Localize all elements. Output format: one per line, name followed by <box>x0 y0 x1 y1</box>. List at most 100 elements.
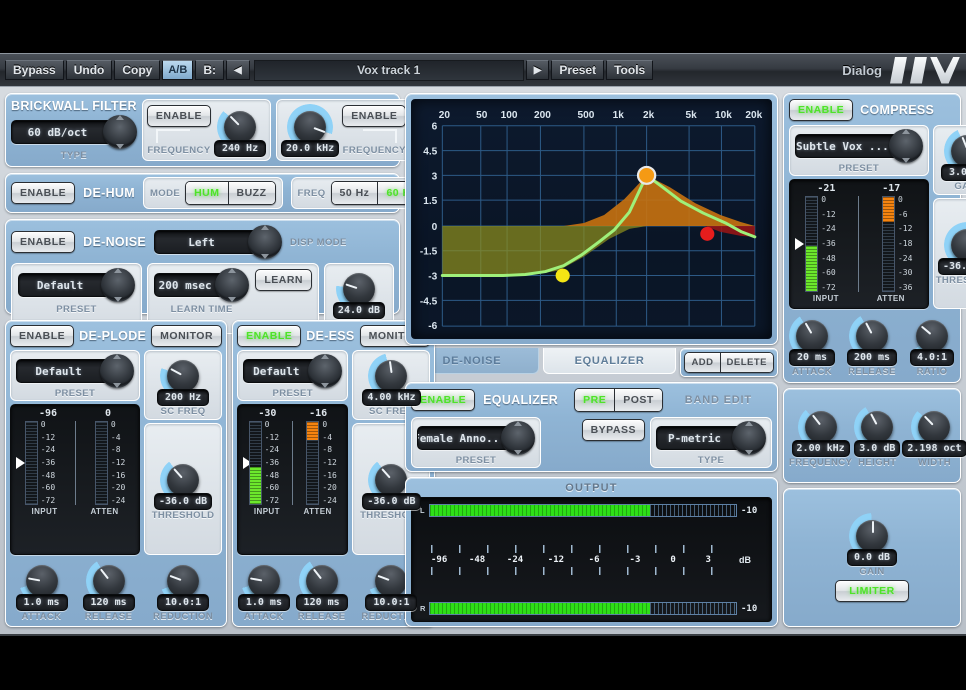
deess-atten-scale: 0 -4 -8 -12 -16 -20 -24 <box>322 420 337 505</box>
preset-name-display[interactable]: Vox track 1 <box>253 59 524 81</box>
dehum-enable-button[interactable]: ENABLE <box>11 182 76 204</box>
band-height-label: HEIGHT <box>858 456 897 468</box>
deplode-monitor-button[interactable]: MONITOR <box>151 325 223 347</box>
eq-node-selected[interactable] <box>636 165 657 185</box>
dehum-freq-50-button[interactable]: 50 Hz <box>331 182 378 204</box>
equalizer-pre-button[interactable]: PRE <box>575 389 615 411</box>
lowpass-enable-button[interactable]: ENABLE <box>342 104 407 127</box>
plugin-window: Bypass Undo Copy A/B B: ◀ Vox track 1 ▶ … <box>0 53 966 636</box>
dehum-freq-label: FREQ <box>297 187 326 199</box>
denoise-panel: ENABLE DE-NOISE Left DISP MODE Default P… <box>5 219 400 334</box>
equalizer-preset-select[interactable]: Female Anno... <box>417 421 535 455</box>
compress-enable-button[interactable]: ENABLE <box>789 99 854 121</box>
title-bar: Bypass Undo Copy A/B B: ◀ Vox track 1 ▶ … <box>0 54 966 87</box>
band-width-value: 2.198 oct <box>902 439 966 457</box>
output-gain-panel: 0.0 dB GAIN LIMITER <box>783 488 961 627</box>
band-add-button[interactable]: ADD <box>685 353 720 372</box>
compress-gain-label: GAIN <box>954 181 966 192</box>
preset-menu-button[interactable]: Preset <box>551 60 605 80</box>
compress-gain-value: 3.0 dB <box>941 164 966 181</box>
copy-button[interactable]: Copy <box>114 60 161 80</box>
denoise-title: DE-NOISE <box>83 235 146 249</box>
output-left-value: -10 <box>741 505 758 516</box>
compress-ratio-wrap: 4.0:1 RATIO <box>909 313 955 377</box>
eq-response-chart[interactable]: 20 50 100 200 500 1k 2k 5k 10k 20k 6 4.5… <box>412 100 771 338</box>
compress-release-value: 200 ms <box>847 349 897 366</box>
middle-column: 20 50 100 200 500 1k 2k 5k 10k 20k 6 4.5… <box>405 93 779 627</box>
compress-preset-group: Subtle Vox ... PRESET <box>789 125 929 176</box>
deess-enable-button[interactable]: ENABLE <box>237 325 302 347</box>
next-preset-icon[interactable]: ▶ <box>525 60 550 80</box>
ab-toggle-button[interactable]: A/B <box>162 60 194 80</box>
output-title: OUTPUT <box>565 482 618 494</box>
equalizer-enable-button[interactable]: ENABLE <box>411 389 476 411</box>
deplode-enable-button[interactable]: ENABLE <box>10 325 75 347</box>
right-column: ENABLE COMPRESS Subtle Vox ... PRESET -2… <box>783 93 966 627</box>
deess-attack-wrap: 1.0 ms ATTACK <box>237 558 291 622</box>
brickwall-type-knob[interactable] <box>102 115 137 149</box>
deess-input-label: INPUT <box>253 507 280 516</box>
denoise-learn-button[interactable]: LEARN <box>255 269 312 291</box>
denoise-disp-mode-select[interactable]: Left <box>154 225 282 259</box>
deplode-threshold-group: -36.0 dB THRESHOLD <box>144 423 223 555</box>
band-height-wrap: 3.0 dB HEIGHT <box>854 403 901 468</box>
deplode-input-value: -96 <box>38 408 58 419</box>
denoise-preset-knob[interactable] <box>101 268 136 302</box>
dehum-mode-buttons: HUM BUZZ <box>185 181 276 205</box>
brickwall-type-select[interactable]: 60 dB/oct <box>11 115 137 149</box>
deplode-preset-knob[interactable] <box>100 354 135 388</box>
equalizer-post-button[interactable]: POST <box>614 389 662 411</box>
output-gain-value: 0.0 dB <box>847 549 897 566</box>
deess-release-label: RELEASE <box>297 611 346 622</box>
highpass-enable-button[interactable]: ENABLE <box>146 104 212 127</box>
band-edit-panel: 2.00 kHz FREQUENCY 3.0 dB HEIGHT 2.198 o… <box>783 388 966 483</box>
dehum-mode-hum-button[interactable]: HUM <box>186 182 228 204</box>
tabs-row: DE-NOISE EQUALIZER ADD DELETE <box>405 348 779 377</box>
undo-button[interactable]: Undo <box>65 60 113 80</box>
output-gain-wrap: 0.0 dB GAIN <box>847 513 897 577</box>
tab-equalizer[interactable]: EQUALIZER <box>542 348 677 374</box>
denoise-learn-time-knob[interactable] <box>215 268 250 302</box>
denoise-learn-time-select[interactable]: 200 msec <box>154 268 250 302</box>
eq-xtick-8: 10k <box>715 110 732 121</box>
compress-preset-knob[interactable] <box>888 129 923 163</box>
eq-node-low[interactable] <box>555 268 570 283</box>
compress-gain-wrap: 3.0 dB <box>941 128 966 181</box>
compress-gain-group: 3.0 dB GAIN <box>932 125 966 195</box>
limiter-button[interactable]: LIMITER <box>835 580 909 602</box>
deplode-preset-select[interactable]: Default <box>16 354 135 388</box>
deess-preset-knob[interactable] <box>308 354 343 388</box>
deess-atten-meter: 0 -4 -8 -12 -16 -20 -24 <box>306 420 337 505</box>
deess-atten-bar <box>306 421 320 505</box>
deplode-threshold-wrap: -36.0 dB <box>153 457 213 510</box>
brickwall-type-label: TYPE <box>60 150 88 161</box>
compress-preset-select[interactable]: Subtle Vox ... <box>795 129 923 163</box>
denoise-preset-select[interactable]: Default <box>18 268 136 302</box>
eq-node-high[interactable] <box>700 226 715 241</box>
eq-graph[interactable]: 20 50 100 200 500 1k 2k 5k 10k 20k 6 4.5… <box>411 99 772 339</box>
bypass-button[interactable]: Bypass <box>5 60 64 80</box>
denoise-amount-knob-wrap: 24.0 dB <box>332 266 386 319</box>
b-slot-label[interactable]: B: <box>195 60 224 80</box>
compress-input-value: -21 <box>817 183 836 194</box>
band-height-value: 3.0 dB <box>854 439 901 457</box>
deplode-release-value: 120 ms <box>82 594 135 611</box>
band-type-select[interactable]: P-metric <box>656 421 766 455</box>
deess-preset-select[interactable]: Default <box>243 354 343 388</box>
tools-menu-button[interactable]: Tools <box>606 60 654 80</box>
compress-input-label: INPUT <box>812 294 839 303</box>
band-add-delete-group: ADD DELETE <box>680 348 779 377</box>
denoise-disp-mode-knob[interactable] <box>248 225 282 259</box>
band-frequency-wrap: 2.00 kHz FREQUENCY <box>789 403 852 468</box>
denoise-disp-mode-label: DISP MODE <box>290 236 347 248</box>
highpass-frequency-label: FREQUENCY <box>147 144 211 156</box>
compress-preset-label: PRESET <box>838 163 880 174</box>
equalizer-bypass-button[interactable]: BYPASS <box>581 419 645 441</box>
denoise-enable-button[interactable]: ENABLE <box>11 231 76 253</box>
prev-preset-icon[interactable]: ◀ <box>225 60 250 80</box>
band-type-knob[interactable] <box>732 421 766 455</box>
dehum-mode-buzz-button[interactable]: BUZZ <box>227 182 275 204</box>
equalizer-preset-knob[interactable] <box>501 421 535 455</box>
band-delete-button[interactable]: DELETE <box>719 353 774 372</box>
compress-ratio-value: 4.0:1 <box>910 349 954 366</box>
